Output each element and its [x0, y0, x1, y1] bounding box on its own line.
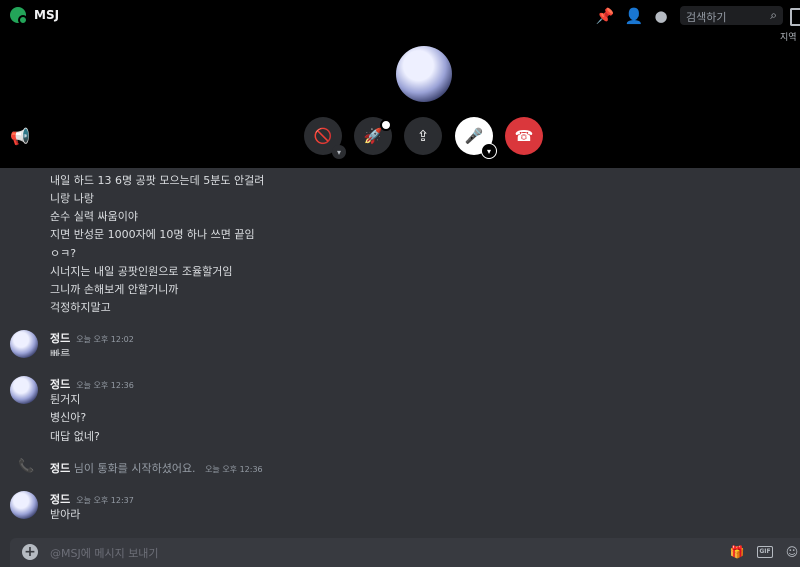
- timestamp: 오늘 오후 12:02: [76, 335, 134, 344]
- system-message: 정드 님이 통화를 시작하셨어요. 오늘 오후 12:36: [50, 460, 263, 476]
- message-line: 튄거지: [50, 393, 81, 406]
- message-line: 내일 하드 13 6명 공팟 모으는데 5분도 안걸려: [50, 174, 265, 187]
- microphone-button[interactable]: 🎤 ▾: [455, 117, 497, 159]
- gif-icon[interactable]: GIF: [757, 546, 773, 558]
- message-line: 니랑 나랑: [50, 192, 94, 205]
- message-line: 병신아?: [50, 411, 87, 424]
- activity-button[interactable]: 🚀: [354, 117, 392, 155]
- notification-dot: [380, 119, 392, 131]
- profile-icon[interactable]: ●: [651, 6, 671, 26]
- message-line: 그니까 손해보게 안할거니까: [50, 283, 179, 296]
- region-label: 지역: [780, 33, 797, 43]
- message-line: 받아라: [50, 508, 81, 521]
- add-icon[interactable]: +: [22, 544, 38, 560]
- page-title: MSJ: [34, 8, 60, 22]
- sticker-icon[interactable]: ☺: [784, 544, 800, 560]
- message-composer[interactable]: + @MSJ에 메시지 보내기 🎁 GIF ☺: [10, 538, 800, 567]
- timestamp: 오늘 오후 12:37: [76, 496, 134, 505]
- message-line: 대답 없네?: [50, 430, 100, 443]
- inbox-icon[interactable]: [790, 8, 800, 26]
- title-bar: MSJ 📌 👤 ● 검색하기 ⌕ 지역: [0, 0, 800, 43]
- message-author[interactable]: 정드 오늘 오후 12:36: [50, 376, 134, 392]
- gift-icon[interactable]: 🎁: [729, 544, 745, 560]
- search-placeholder: 검색하기: [686, 11, 727, 24]
- system-text: 님이 통화를 시작하셨어요.: [73, 462, 196, 475]
- hangup-icon: ☎: [514, 127, 534, 145]
- author-name[interactable]: 정드: [50, 378, 70, 391]
- chevron-down-icon[interactable]: ▾: [481, 143, 497, 159]
- search-input[interactable]: 검색하기 ⌕: [680, 6, 783, 25]
- camera-toggle-button[interactable]: 🚫 ▾: [304, 117, 346, 159]
- message-line: 시너지는 내일 공팟인원으로 조율할거임: [50, 265, 233, 278]
- author-name[interactable]: 정드: [50, 493, 70, 506]
- author-name[interactable]: 정드: [50, 462, 70, 475]
- call-area: MSJ 📌 👤 ● 검색하기 ⌕ 지역 📢 🚫 ▾ 🚀 ⇪ 🎤 ▾ ☎: [0, 0, 800, 168]
- camera-off-icon: 🚫: [313, 127, 333, 145]
- call-participant-avatar[interactable]: [396, 46, 452, 102]
- message-input[interactable]: @MSJ에 메시지 보내기: [50, 545, 159, 561]
- screen-share-button[interactable]: ⇪: [404, 117, 442, 155]
- message-line: 걱정하지말고: [50, 301, 111, 314]
- pin-icon[interactable]: 📌: [595, 6, 615, 26]
- dm-avatar-icon: [10, 7, 28, 25]
- rocket-icon: 🚀: [363, 127, 383, 145]
- message-line: 순수 실력 싸움이야: [50, 210, 138, 223]
- microphone-icon: 🎤: [464, 127, 484, 145]
- message-line: 지면 반성문 1000자에 10명 하나 쓰면 끝임: [50, 228, 255, 241]
- message-author[interactable]: 정드 오늘 오후 12:02: [50, 330, 134, 346]
- chevron-down-icon[interactable]: ▾: [332, 145, 346, 159]
- phone-icon: 📞: [18, 459, 35, 474]
- message-line: 빠른: [50, 348, 71, 356]
- message-line: ㅇㅋ?: [50, 247, 77, 260]
- disconnect-button[interactable]: ☎: [505, 117, 543, 155]
- avatar[interactable]: [10, 491, 38, 519]
- soundboard-icon[interactable]: 📢: [10, 127, 30, 146]
- timestamp: 오늘 오후 12:36: [205, 465, 263, 474]
- screen-share-icon: ⇪: [416, 127, 430, 145]
- add-friend-icon[interactable]: 👤: [624, 6, 644, 26]
- message-author[interactable]: 정드 오늘 오후 12:37: [50, 491, 134, 507]
- avatar[interactable]: [10, 376, 38, 404]
- search-icon: ⌕: [770, 8, 777, 22]
- avatar[interactable]: [10, 330, 38, 358]
- timestamp: 오늘 오후 12:36: [76, 381, 134, 390]
- author-name[interactable]: 정드: [50, 332, 70, 345]
